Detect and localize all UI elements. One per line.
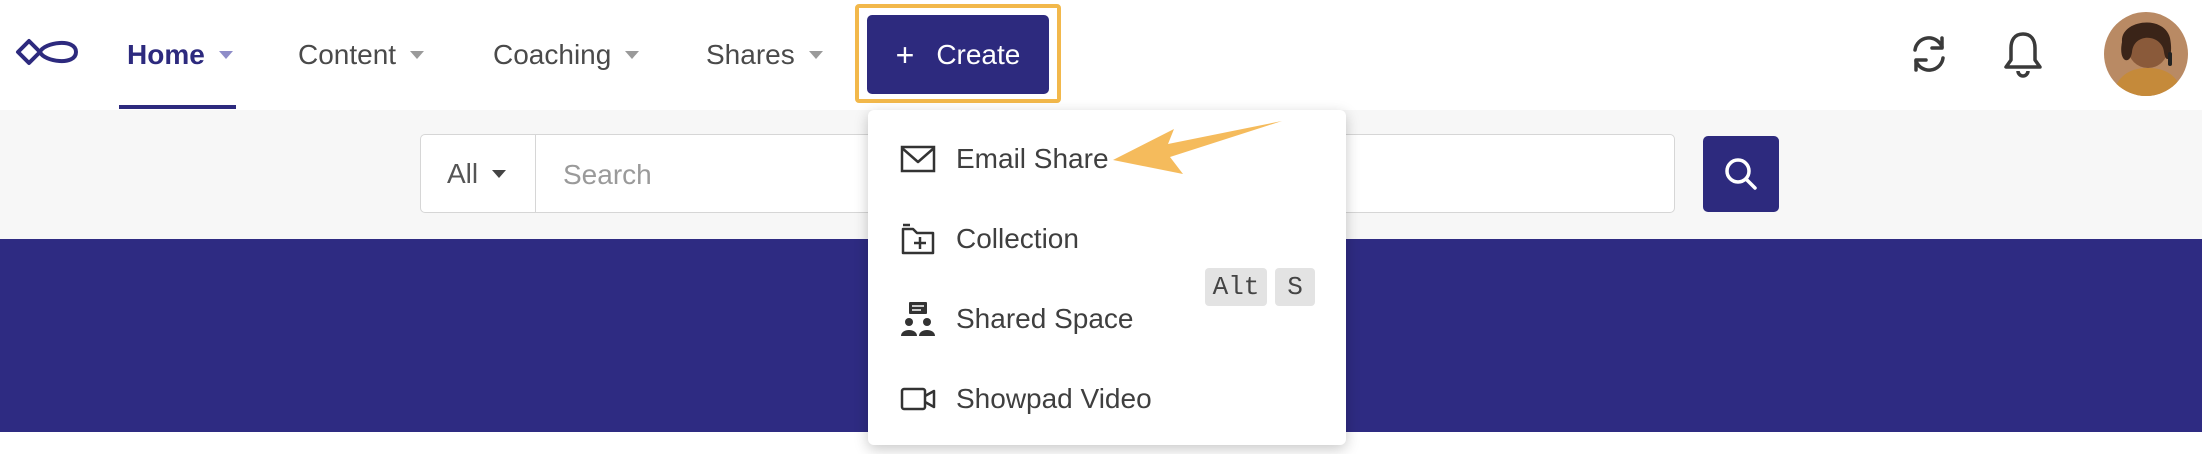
nav-coaching-label: Coaching (493, 39, 612, 70)
create-button-label: Create (936, 38, 1021, 70)
nav-content[interactable]: Content (298, 0, 425, 110)
active-nav-indicator (119, 105, 236, 109)
shortcut-key-alt: Alt (1205, 268, 1267, 306)
menu-item-label: Email Share (956, 143, 1109, 174)
annotation-arrow-icon (1113, 121, 1282, 174)
menu-item-showpad-video[interactable]: Showpad Video (868, 359, 1346, 439)
chevron-down-icon (808, 51, 823, 59)
chevron-down-icon (625, 51, 640, 59)
envelope-icon (900, 145, 936, 173)
nav-home-label: Home (127, 39, 205, 70)
sync-icon[interactable] (1905, 28, 1953, 80)
shared-space-icon (901, 302, 935, 336)
chevron-down-icon (218, 51, 233, 59)
menu-item-label: Showpad Video (956, 383, 1152, 414)
search-button[interactable] (1703, 136, 1779, 212)
app-logo-icon[interactable] (14, 32, 80, 72)
menu-item-label: Collection (956, 223, 1079, 254)
menu-item-collection[interactable]: Collection (868, 199, 1346, 279)
collection-add-icon (901, 223, 935, 255)
nav-coaching[interactable]: Coaching (493, 0, 640, 110)
create-button[interactable]: + Create (867, 15, 1049, 94)
shortcut-key-s: S (1275, 268, 1315, 306)
nav-shares-label: Shares (706, 39, 795, 70)
search-scope-value: All (447, 157, 479, 189)
top-navigation-bar: Home Content Coaching Shares + Create (0, 0, 2202, 110)
nav-shares[interactable]: Shares (706, 0, 823, 110)
search-icon (1725, 158, 1757, 190)
plus-icon: + (895, 36, 915, 73)
caret-down-icon (492, 169, 507, 178)
menu-item-label: Shared Space (956, 303, 1134, 334)
nav-home[interactable]: Home (127, 0, 233, 110)
chevron-down-icon (410, 51, 425, 59)
user-avatar[interactable] (2104, 12, 2188, 96)
search-scope-dropdown[interactable]: All (421, 135, 536, 212)
video-camera-icon (900, 387, 936, 411)
nav-content-label: Content (298, 39, 397, 70)
avatar-image (2104, 12, 2188, 96)
bell-icon[interactable] (1999, 28, 2047, 80)
